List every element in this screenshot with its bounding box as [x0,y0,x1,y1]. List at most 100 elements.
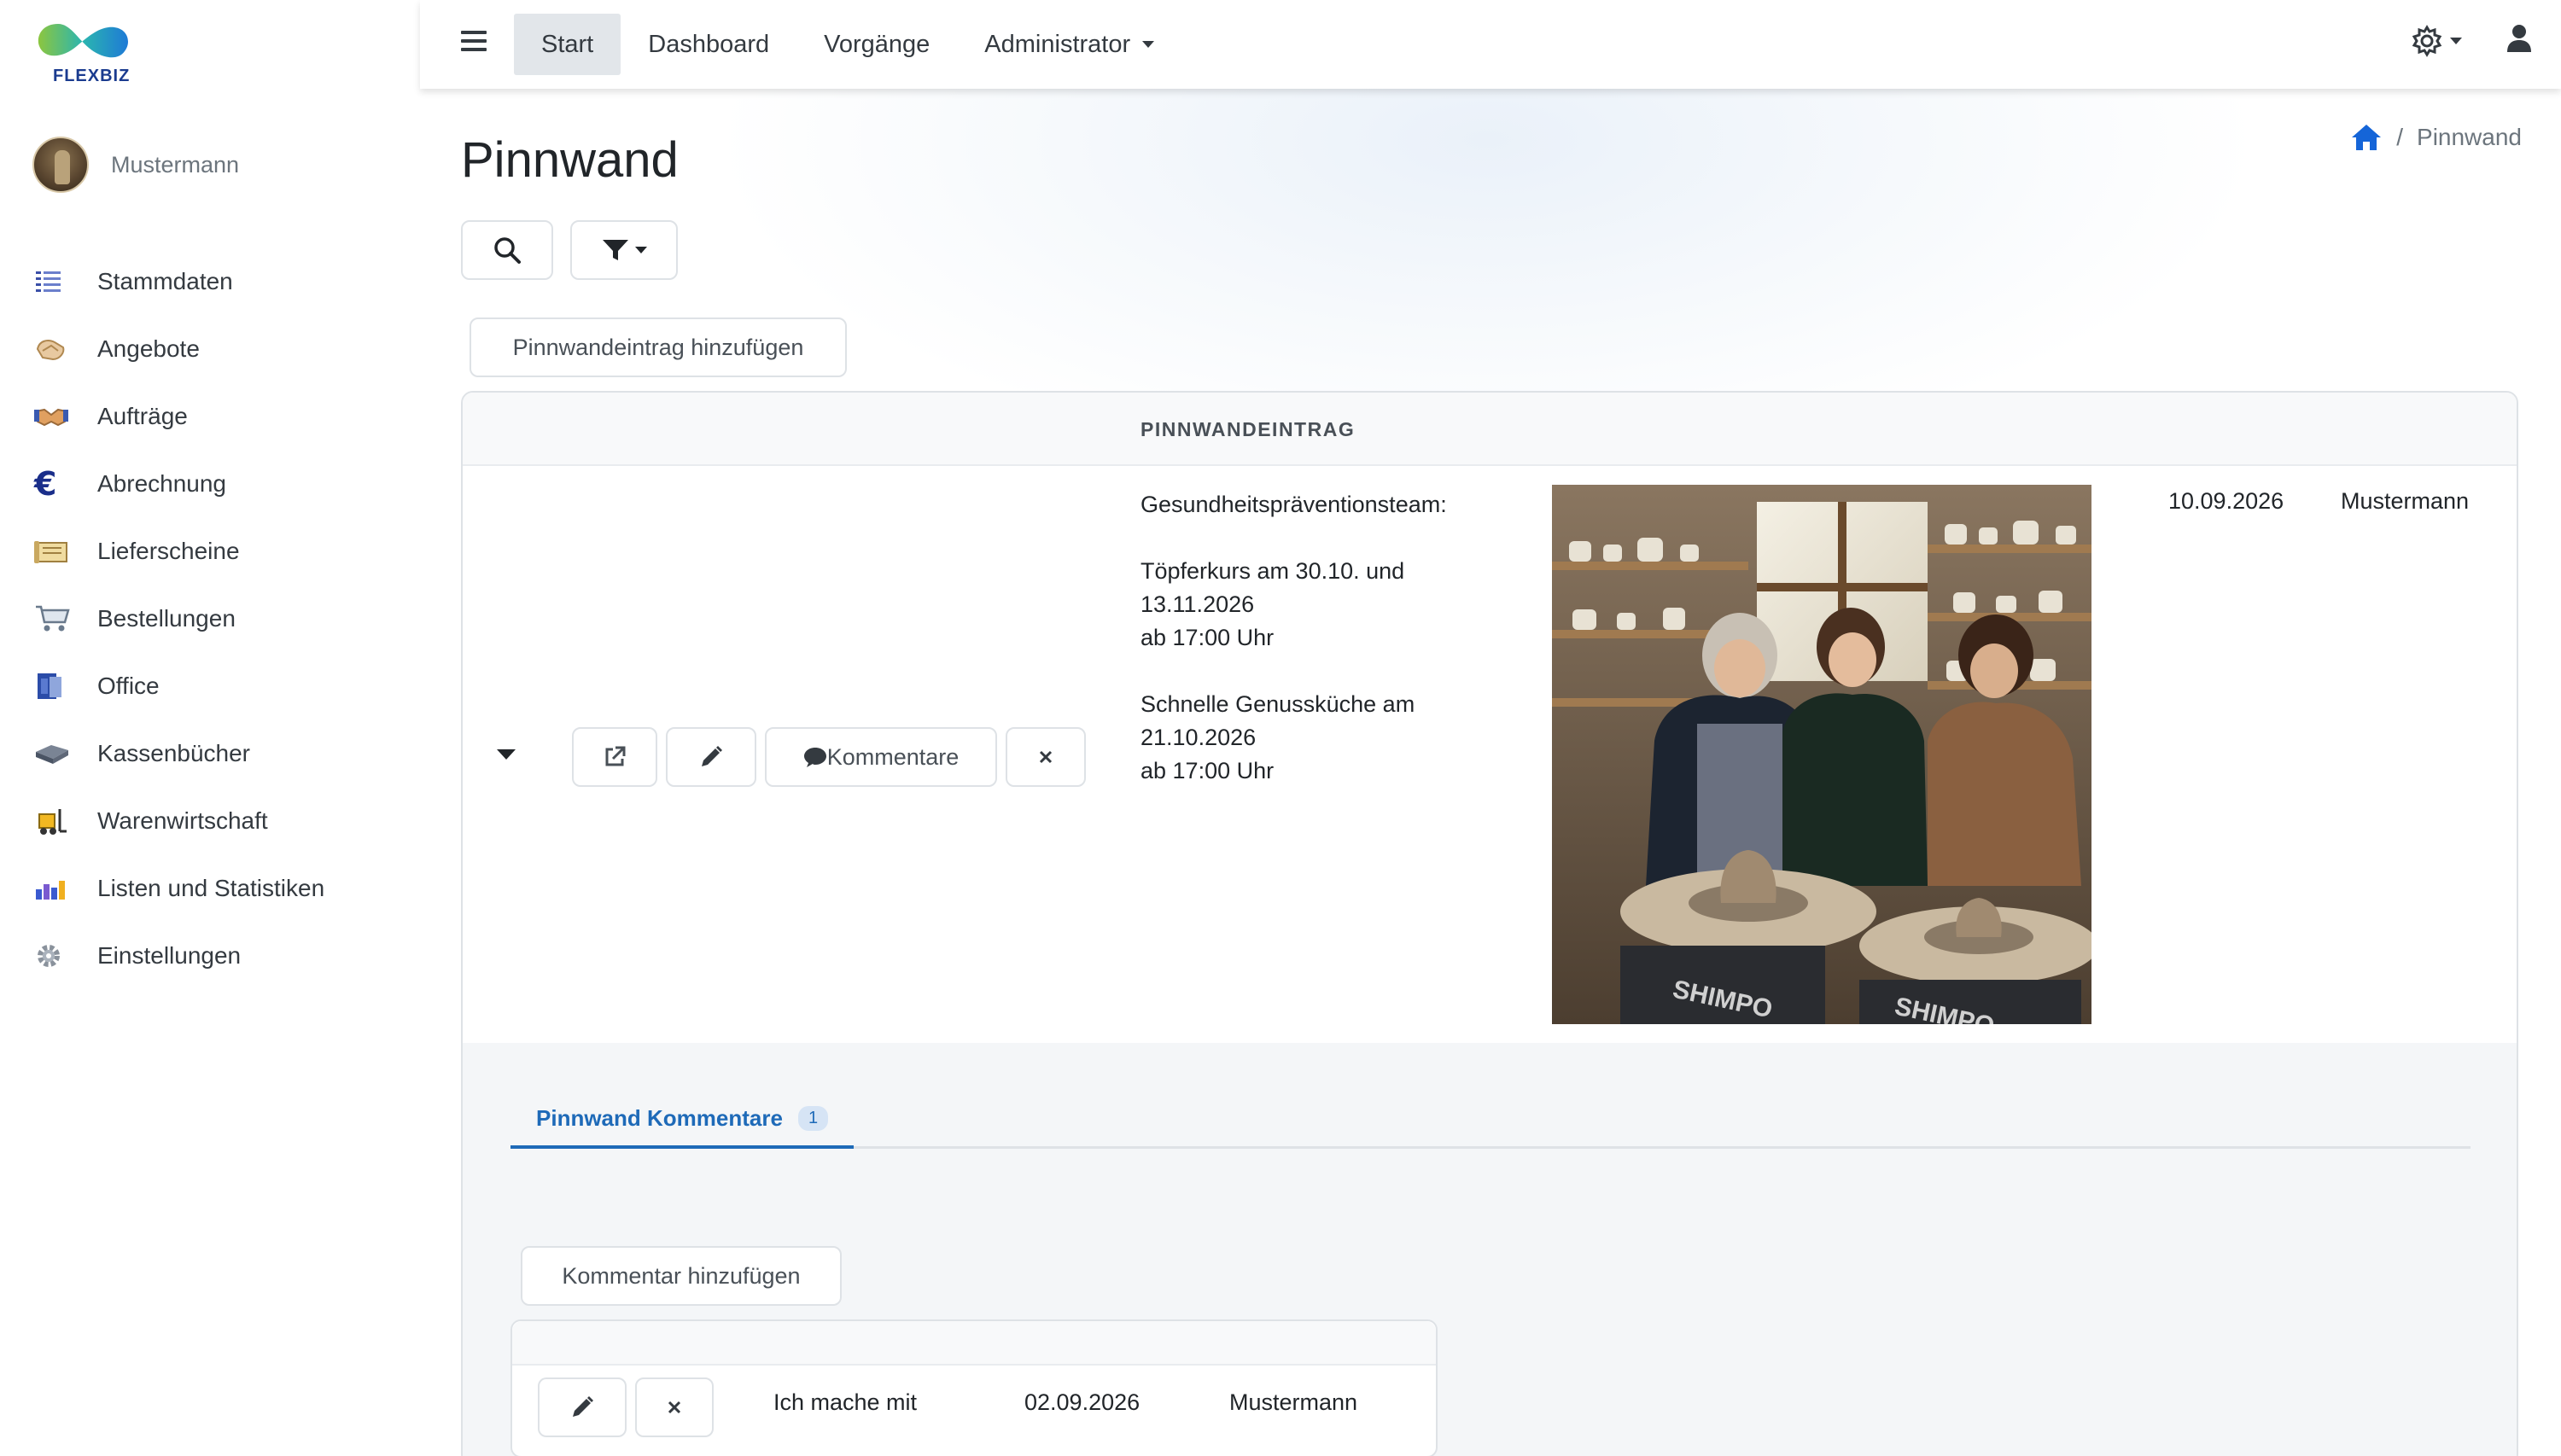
sidebar-item-listen-statistiken[interactable]: Listen und Statistiken [34,854,324,922]
pinboard-table: PINNWANDEINTRAG Kommentare Gesundheitspr… [461,391,2518,1456]
sidebar-item-label: Lieferscheine [97,537,240,564]
sidebar-item-label: Bestellungen [97,604,236,632]
topbar-actions [2411,24,2532,57]
breadcrumb-current: Pinnwand [2417,124,2522,150]
comment-tabs: Pinnwand Kommentare 1 [510,1043,2471,1149]
sidebar-item-einstellungen[interactable]: Einstellungen [34,922,324,989]
search-icon [494,237,521,264]
hamburger-menu-icon[interactable] [461,26,487,60]
comment-text: Ich mache mit [773,1389,918,1415]
pencil-icon [573,1396,593,1417]
sidebar-nav: Stammdaten Angebote Aufträge € Abrechnun… [34,248,324,989]
column-header-pinnwandeintrag: PINNWANDEINTRAG [1140,418,1356,440]
sidebar-item-label: Aufträge [97,402,188,429]
sidebar-item-label: Angebote [97,335,200,362]
cart-icon [34,602,75,636]
sidebar-item-label: Office [97,672,160,699]
tab-count-badge: 1 [797,1105,829,1131]
tab-pinnwand-kommentare[interactable]: Pinnwand Kommentare 1 [510,1091,855,1149]
comment-date: 02.09.2026 [1024,1389,1140,1415]
sidebar-item-label: Einstellungen [97,941,242,969]
entry-date: 10.09.2026 [2168,488,2284,514]
main-content: Pinnwand / Pinnwand Pinnwandeintrag hinz… [420,89,2561,1456]
external-link-icon [605,746,626,766]
euro-icon: € [34,464,57,503]
close-icon [668,1401,681,1414]
tab-label: Pinnwand Kommentare [536,1104,783,1131]
gear-icon [34,939,75,973]
sidebar-item-label: Warenwirtschaft [97,807,268,834]
top-menu-administrator[interactable]: Administrator [957,14,1181,75]
top-menu-dashboard[interactable]: Dashboard [621,14,796,75]
entry-line: Gesundheitspräventionsteam: [1140,492,1447,517]
entry-line: ab 17:00 Uhr [1140,625,1275,650]
sidebar-item-kassenbuecher[interactable]: Kassenbücher [34,719,324,787]
topbar: Start Dashboard Vorgänge Administrator [420,0,2561,89]
top-menu-administrator-label: Administrator [984,30,1131,58]
sidebar-item-label: Listen und Statistiken [97,874,325,901]
sidebar-item-office[interactable]: Office [34,652,324,719]
search-button[interactable] [461,220,553,280]
bar-chart-icon [34,871,75,906]
top-menu: Start Dashboard Vorgänge Administrator [514,14,1181,75]
user-icon [2507,25,2531,52]
close-icon [1039,750,1053,764]
edit-entry-button[interactable] [666,727,756,787]
settings-dropdown-button[interactable] [2411,24,2462,57]
list-icon [34,265,75,299]
sidebar-item-angebote[interactable]: Angebote [34,315,324,382]
entry-text: Gesundheitspräventionsteam: Töpferkurs a… [1140,488,1516,788]
home-icon[interactable] [2350,123,2383,152]
comments-button[interactable]: Kommentare [765,727,997,787]
logo-text: FLEXBIZ [53,67,131,85]
add-comment-button[interactable]: Kommentar hinzufügen [521,1246,842,1306]
entry-line: ab 17:00 Uhr [1140,758,1275,783]
delete-comment-button[interactable] [635,1377,714,1437]
entry-photo-pottery-class[interactable]: SHIMPO SHIMPO [1552,485,2091,1024]
comment-author: Mustermann [1229,1389,1358,1415]
sidebar-item-abrechnung[interactable]: € Abrechnung [34,450,324,517]
row-collapse-caret-icon[interactable] [497,749,516,760]
pencil-icon [702,746,722,766]
top-menu-vorgaenge[interactable]: Vorgänge [796,14,957,75]
delivery-note-icon [34,534,75,568]
cashbook-icon [34,737,75,771]
sidebar-item-label: Stammdaten [97,267,233,294]
open-external-button[interactable] [572,727,657,787]
chevron-down-icon [2450,37,2462,44]
sidebar-item-warenwirtschaft[interactable]: Warenwirtschaft [34,787,324,854]
handshake-icon [34,399,75,434]
comments-table: Ich mache mit 02.09.2026 Mustermann [510,1319,1438,1456]
comments-button-label: Kommentare [826,743,960,770]
forklift-icon [34,804,75,838]
entry-line: Schnelle Genussküche am 21.10.2026 [1140,691,1415,750]
sidebar: FLEXBIZ Mustermann Stammdaten Angebote A… [0,0,420,1456]
comments-table-header [512,1321,1436,1366]
entry-line: Töpferkurs am 30.10. und 13.11.2026 [1140,558,1405,617]
breadcrumb: / Pinnwand [2350,123,2522,152]
breadcrumb-separator: / [2396,124,2404,150]
edit-comment-button[interactable] [538,1377,627,1437]
add-pinboard-entry-button[interactable]: Pinnwandeintrag hinzufügen [470,317,847,377]
sidebar-user[interactable]: Mustermann [32,135,239,195]
chevron-down-icon [635,247,647,253]
avatar [32,137,89,193]
top-menu-start[interactable]: Start [514,14,621,75]
filter-icon [603,240,628,260]
sidebar-user-name: Mustermann [111,151,240,178]
comment-icon [803,748,826,767]
entry-author: Mustermann [2341,488,2470,514]
sidebar-item-lieferscheine[interactable]: Lieferscheine [34,517,324,585]
chevron-down-icon [1142,41,1155,48]
gear-icon [2412,24,2442,57]
delete-entry-button[interactable] [1006,727,1086,787]
sidebar-item-label: Kassenbücher [97,739,251,766]
handshake-offer-icon [34,332,75,366]
sidebar-item-bestellungen[interactable]: Bestellungen [34,585,324,652]
page-title: Pinnwand [461,132,679,188]
table-header: PINNWANDEINTRAG [463,393,2517,466]
user-account-button[interactable] [2506,24,2532,57]
sidebar-item-stammdaten[interactable]: Stammdaten [34,248,324,315]
sidebar-item-auftraege[interactable]: Aufträge [34,382,324,450]
filter-dropdown-button[interactable] [570,220,678,280]
